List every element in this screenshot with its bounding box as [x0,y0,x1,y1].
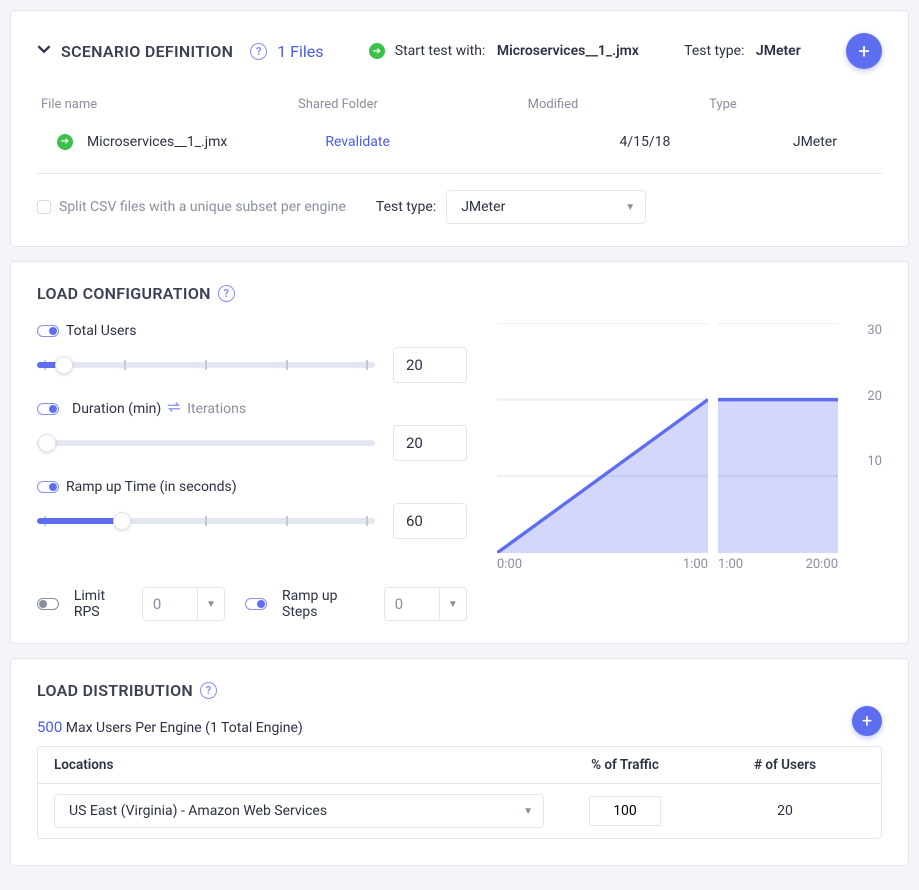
scenario-title: SCENARIO DEFINITION [61,42,233,61]
max-users-value: 500 [37,718,62,736]
split-csv-checkbox[interactable]: Split CSV files with a unique subset per… [37,199,346,215]
location-row: US East (Virginia) - Amazon Web Services… [37,783,882,839]
y-tick-10: 10 [867,454,882,469]
iterations-label: Iterations [187,401,246,417]
chevron-down-icon[interactable] [37,42,51,60]
duration-input[interactable] [393,425,467,461]
chevron-down-icon[interactable]: ▼ [439,588,466,620]
load-chart: 0:00 1:00 1:00 20:00 30 20 [497,323,882,533]
start-test-file: Microservices__1_.jmx [497,43,639,59]
add-location-button[interactable]: + [852,706,882,736]
limit-rps-input[interactable]: ▼ [142,587,225,621]
limit-rps-toggle[interactable] [37,598,59,610]
chevron-down-icon: ▼ [523,806,533,817]
file-modified: 4/15/18 [560,134,730,150]
total-users-input[interactable] [393,347,467,383]
col-file-name: File name [41,97,298,112]
help-icon[interactable]: ? [200,682,217,699]
location-select[interactable]: US East (Virginia) - Amazon Web Services… [54,794,544,828]
rampup-steps-input[interactable]: ▼ [384,587,467,621]
file-name: Microservices__1_.jmx [87,134,227,150]
total-users-slider[interactable] [37,362,375,368]
col-pct-traffic: % of Traffic [545,757,705,773]
duration-label: Duration (min) [72,401,161,417]
rampup-label: Ramp up Time (in seconds) [66,479,237,495]
test-type-value: JMeter [756,43,801,59]
revalidate-link[interactable]: Revalidate [325,134,390,150]
col-shared-folder: Shared Folder [298,97,468,112]
load-config-title: LOAD CONFIGURATION [37,284,211,303]
total-users-label: Total Users [66,323,136,339]
scenario-card: SCENARIO DEFINITION ? 1 Files ➔ Start te… [10,10,909,247]
file-row: ➔ Microservices__1_.jmx Revalidate 4/15/… [37,122,882,174]
file-count: 1 Files [277,42,323,61]
test-type-label: Test type: [684,43,744,59]
rampup-steps-toggle[interactable] [245,598,267,610]
y-tick-20: 20 [867,389,882,404]
chart2-x-start: 1:00 [718,557,743,572]
chevron-down-icon: ▼ [625,202,635,213]
col-modified: Modified [468,97,638,112]
location-value: US East (Virginia) - Amazon Web Services [69,803,327,819]
chart1-x-start: 0:00 [497,557,522,572]
start-test-label: Start test with: [395,43,486,59]
col-locations: Locations [54,757,545,773]
num-users-value: 20 [705,803,865,819]
arrow-right-icon: ➔ [57,134,73,150]
split-csv-label: Split CSV files with a unique subset per… [59,199,346,215]
test-type-select-label: Test type: [376,199,436,215]
chart2-x-end: 20:00 [806,557,838,572]
pct-traffic-input[interactable] [589,796,661,826]
load-dist-title: LOAD DISTRIBUTION [37,681,193,700]
limit-rps-label: Limit RPS [74,588,134,620]
total-users-toggle[interactable] [37,325,59,337]
chart1-x-end: 1:00 [683,557,708,572]
duration-toggle[interactable] [37,403,59,415]
y-tick-30: 30 [867,323,882,338]
rampup-input[interactable] [393,503,467,539]
rampup-toggle[interactable] [37,481,59,493]
test-type-select-value: JMeter [461,199,505,215]
load-config-card: LOAD CONFIGURATION ? Total Users [10,261,909,644]
file-type: JMeter [730,134,900,150]
swap-icon[interactable] [167,401,181,417]
chevron-down-icon[interactable]: ▼ [197,588,224,620]
load-distribution-card: LOAD DISTRIBUTION ? 500 Max Users Per En… [10,658,909,866]
rampup-slider[interactable] [37,518,375,524]
max-users-label: Max Users Per Engine (1 Total Engine) [66,720,303,736]
help-icon[interactable]: ? [250,43,267,60]
col-num-users: # of Users [705,757,865,773]
add-button[interactable]: + [846,33,882,69]
test-type-select[interactable]: JMeter ▼ [446,190,646,224]
col-type: Type [638,97,808,112]
duration-slider[interactable] [37,440,375,446]
help-icon[interactable]: ? [218,285,235,302]
arrow-right-icon: ➔ [369,43,385,59]
rampup-steps-label: Ramp up Steps [282,588,376,620]
